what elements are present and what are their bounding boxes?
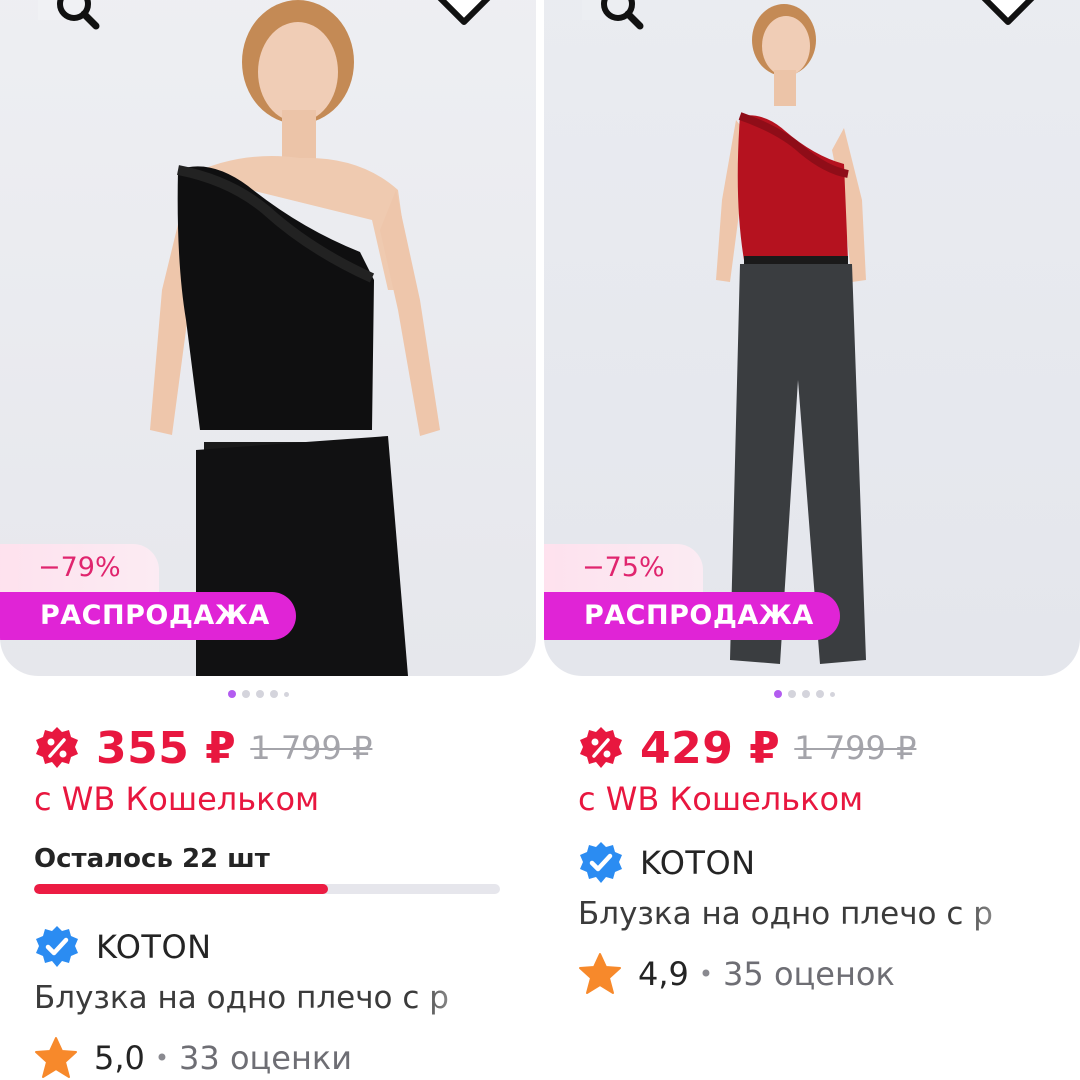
brand-name: KOTON xyxy=(96,928,212,966)
star-icon xyxy=(579,953,621,994)
product-title[interactable]: Блузка на одно плечо с р xyxy=(34,980,500,1016)
stock-text: Осталось 22 шт xyxy=(34,844,270,874)
stock-bar xyxy=(34,884,500,894)
separator: • xyxy=(698,960,714,988)
rating-value: 4,9 xyxy=(638,955,689,993)
pagination-dot[interactable] xyxy=(830,691,835,697)
discount-badge-icon xyxy=(36,727,78,768)
wallet-note: с WB Кошельком xyxy=(34,780,320,818)
reviews-count: 33 оценки xyxy=(179,1039,353,1077)
brand-row[interactable]: KOTON xyxy=(578,840,756,886)
product-card[interactable]: −79% РАСПРОДАЖА 355 ₽ 1 799 ₽ с WB Кошел… xyxy=(0,0,536,1080)
stock-bar-fill xyxy=(34,884,328,894)
rating-value: 5,0 xyxy=(94,1039,145,1077)
product-grid: −79% РАСПРОДАЖА 355 ₽ 1 799 ₽ с WB Кошел… xyxy=(0,0,1080,1080)
pagination-dot[interactable] xyxy=(816,690,824,698)
old-price: 1 799 ₽ xyxy=(250,729,373,767)
heart-icon[interactable] xyxy=(428,0,500,34)
heart-icon[interactable] xyxy=(972,0,1044,34)
discount-badge-icon xyxy=(580,727,622,768)
pagination-dot[interactable] xyxy=(788,690,796,698)
photo-pagination xyxy=(228,690,289,698)
search-image-icon[interactable] xyxy=(32,0,104,34)
brand-row[interactable]: KOTON xyxy=(34,924,212,970)
price-row: 429 ₽ 1 799 ₽ xyxy=(578,722,916,774)
wallet-note: с WB Кошельком xyxy=(578,780,864,818)
price-row: 355 ₽ 1 799 ₽ xyxy=(34,722,372,774)
sale-badge: РАСПРОДАЖА xyxy=(0,592,296,640)
product-photo[interactable]: −75% РАСПРОДАЖА xyxy=(544,0,1080,676)
verified-icon xyxy=(580,842,622,883)
separator: • xyxy=(154,1044,170,1072)
product-title[interactable]: Блузка на одно плечо с р xyxy=(578,896,1044,932)
pagination-dot[interactable] xyxy=(802,690,810,698)
product-photo[interactable]: −79% РАСПРОДАЖА xyxy=(0,0,536,676)
pagination-dot[interactable] xyxy=(228,690,236,698)
reviews-count: 35 оценок xyxy=(723,955,895,993)
price: 355 ₽ xyxy=(96,722,237,774)
rating-row[interactable]: 5,0 • 33 оценки xyxy=(34,1036,352,1080)
search-image-icon[interactable] xyxy=(576,0,648,34)
brand-name: KOTON xyxy=(640,844,756,882)
sale-badge: РАСПРОДАЖА xyxy=(544,592,840,640)
price: 429 ₽ xyxy=(640,722,781,774)
pagination-dot[interactable] xyxy=(774,690,782,698)
pagination-dot[interactable] xyxy=(256,690,264,698)
pagination-dot[interactable] xyxy=(284,691,289,697)
pagination-dot[interactable] xyxy=(270,690,278,698)
old-price: 1 799 ₽ xyxy=(794,729,917,767)
product-card[interactable]: −75% РАСПРОДАЖА 429 ₽ 1 799 ₽ с WB Кошел… xyxy=(544,0,1080,1080)
discount-badge: −75% xyxy=(544,544,703,592)
verified-icon xyxy=(36,926,78,967)
star-icon xyxy=(35,1037,77,1078)
rating-row[interactable]: 4,9 • 35 оценок xyxy=(578,952,895,996)
pagination-dot[interactable] xyxy=(242,690,250,698)
discount-badge: −79% xyxy=(0,544,159,592)
photo-pagination xyxy=(774,690,835,698)
